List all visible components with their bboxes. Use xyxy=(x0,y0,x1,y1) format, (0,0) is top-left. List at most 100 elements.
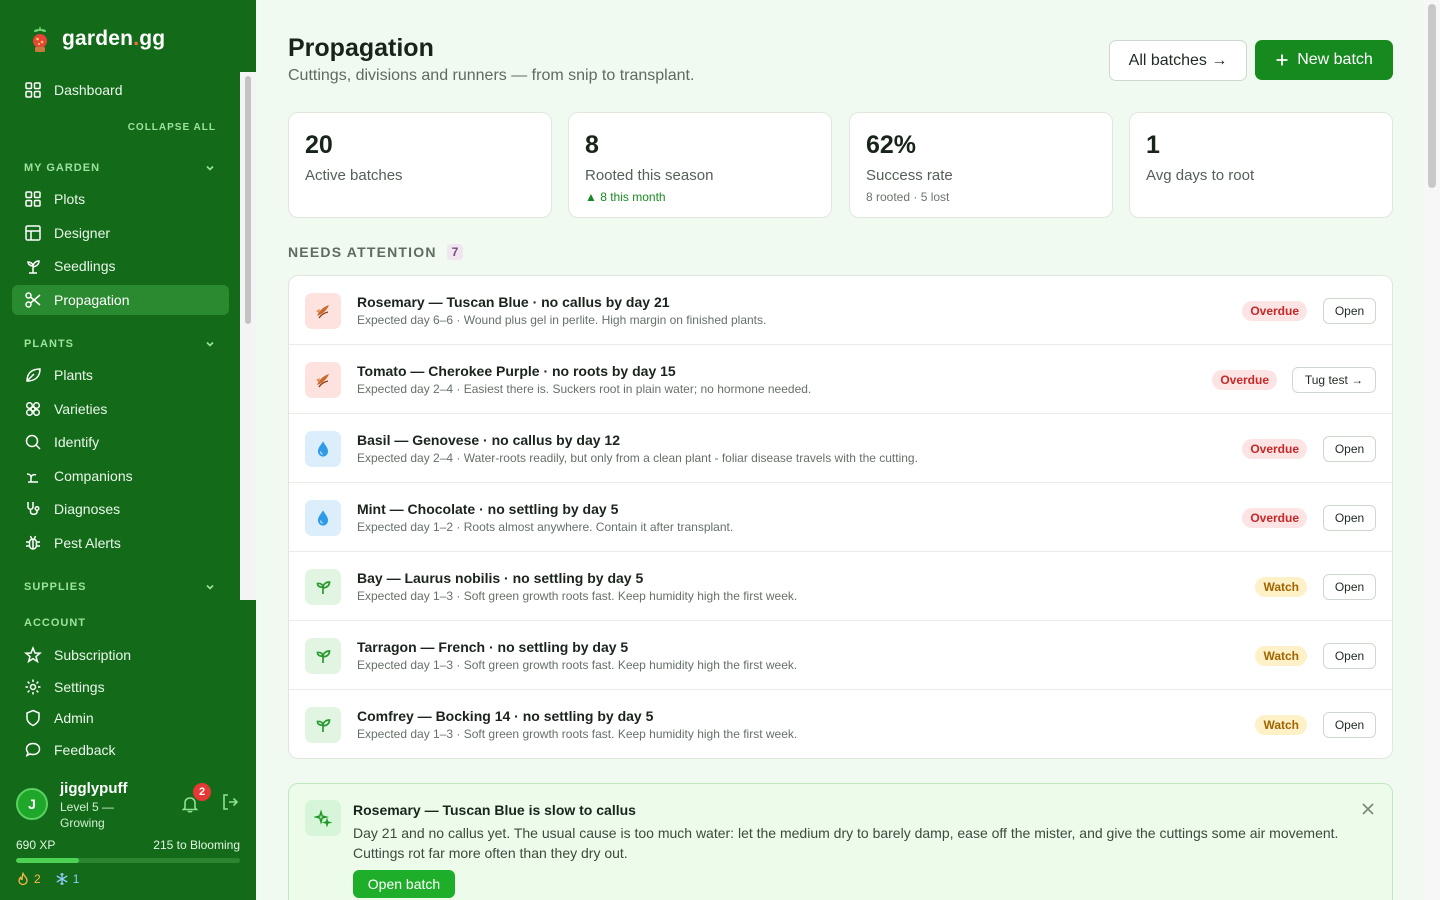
bug-icon xyxy=(26,535,40,550)
row-action-button[interactable]: Open xyxy=(1323,505,1376,531)
stat-card-success-rate: 62% Success rate 8 rooted · 5 lost xyxy=(849,112,1113,218)
row-subtitle: Expected day 1–3 · Soft green growth roo… xyxy=(357,589,798,603)
sidebar-scrollbar[interactable] xyxy=(240,72,256,600)
logout-icon[interactable] xyxy=(220,792,240,812)
stat-card-avg-days: 1 Avg days to root xyxy=(1129,112,1393,218)
streak-frost: 1 xyxy=(55,872,79,886)
sidebar-item-label: Plants xyxy=(54,367,93,383)
needs-attention-heading: NEEDS ATTENTION 7 xyxy=(288,244,464,260)
all-batches-button[interactable]: All batches → xyxy=(1109,40,1247,81)
row-action-button[interactable]: Open xyxy=(1323,712,1376,738)
stat-value: 62% xyxy=(866,131,917,159)
xp-next-level: 215 to Blooming xyxy=(153,838,240,852)
stethoscope-icon xyxy=(27,502,40,515)
chat-icon xyxy=(25,742,41,757)
layout-icon xyxy=(25,225,41,241)
attention-row[interactable]: Tomato — Cherokee Purple · no roots by d… xyxy=(289,345,1392,414)
sparkle-icon xyxy=(305,800,341,836)
streak-fire: 2 xyxy=(16,872,41,886)
sidebar-item-admin[interactable]: Admin xyxy=(12,703,229,733)
sidebar: garden.gg Dashboard COLLAPSE ALL MY GARD… xyxy=(0,0,256,900)
sidebar-item-settings[interactable]: Settings xyxy=(12,672,229,702)
close-icon[interactable] xyxy=(1361,802,1375,816)
sidebar-item-label: Seedlings xyxy=(54,258,116,274)
cutting-icon xyxy=(305,362,341,398)
sidebar-item-propagation[interactable]: Propagation xyxy=(12,285,229,315)
sidebar-item-label: Settings xyxy=(54,679,105,695)
stat-trend: ▲ 8 this month xyxy=(585,190,666,204)
sidebar-item-label: Subscription xyxy=(54,647,132,663)
stat-label: Avg days to root xyxy=(1146,167,1255,184)
search-icon xyxy=(25,434,41,450)
chevron-down-icon xyxy=(206,584,214,590)
row-subtitle: Expected day 1–3 · Soft green growth roo… xyxy=(357,658,798,672)
sidebar-item-identify[interactable]: Identify xyxy=(12,427,229,457)
row-action-button[interactable]: Tug test → xyxy=(1292,367,1376,393)
row-subtitle: Expected day 2–4 · Easiest there is. Suc… xyxy=(357,382,812,396)
attention-row[interactable]: Rosemary — Tuscan Blue · no callus by da… xyxy=(289,276,1392,345)
brand[interactable]: garden.gg xyxy=(28,24,165,54)
section-plants[interactable]: PLANTS xyxy=(24,338,216,350)
sprout-icon xyxy=(305,569,341,605)
stat-value: 20 xyxy=(305,131,333,159)
sidebar-item-companions[interactable]: Companions xyxy=(12,461,229,491)
flower-icon xyxy=(25,401,41,417)
sidebar-scrollbar-thumb[interactable] xyxy=(245,76,251,324)
sidebar-item-pest-alerts[interactable]: Pest Alerts xyxy=(12,528,229,558)
stat-value: 1 xyxy=(1146,131,1160,159)
shield-icon xyxy=(26,709,40,727)
tip-body: Day 21 and no callus yet. The usual caus… xyxy=(353,825,1339,861)
stat-value: 8 xyxy=(585,131,599,159)
status-badge: Watch xyxy=(1255,646,1307,666)
open-batch-button[interactable]: Open batch xyxy=(353,870,455,898)
sidebar-item-plants[interactable]: Plants xyxy=(12,360,229,390)
water-drop-icon xyxy=(305,500,341,536)
gear-icon xyxy=(25,679,41,695)
status-badge: Watch xyxy=(1255,577,1307,597)
cutting-icon xyxy=(305,293,341,329)
sidebar-item-varieties[interactable]: Varieties xyxy=(12,394,229,424)
sidebar-item-label: Varieties xyxy=(54,401,108,417)
collapse-all-button[interactable]: COLLAPSE ALL xyxy=(128,122,216,133)
status-badge: Overdue xyxy=(1242,439,1307,459)
page-subtitle: Cuttings, divisions and runners — from s… xyxy=(288,67,695,84)
chevron-down-icon xyxy=(206,341,214,347)
main-scrollbar-thumb[interactable] xyxy=(1428,4,1436,188)
row-title: Mint — Chocolate · no settling by day 5 xyxy=(357,501,619,517)
sidebar-item-plots[interactable]: Plots xyxy=(12,184,229,214)
attention-row[interactable]: Mint — Chocolate · no settling by day 5 E… xyxy=(289,483,1392,552)
row-action-button[interactable]: Open xyxy=(1323,574,1376,600)
section-account: ACCOUNT xyxy=(24,617,86,629)
sidebar-item-label: Plots xyxy=(54,191,86,207)
section-my-garden[interactable]: MY GARDEN xyxy=(24,162,216,174)
attention-row[interactable]: Basil — Genovese · no callus by day 12 Ex… xyxy=(289,414,1392,483)
notification-badge: 2 xyxy=(193,783,211,801)
user-level: Level 5 — Growing xyxy=(60,800,115,830)
chevron-down-icon xyxy=(206,165,214,171)
row-action-button[interactable]: Open xyxy=(1323,643,1376,669)
flame-icon xyxy=(18,872,28,886)
sidebar-item-subscription[interactable]: Subscription xyxy=(12,640,229,670)
attention-row[interactable]: Comfrey — Bocking 14 · no settling by da… xyxy=(289,690,1392,758)
main-scrollbar[interactable] xyxy=(1424,0,1440,900)
user-panel: J jigglypuff Level 5 — Growing 2 xyxy=(16,780,240,830)
row-action-button[interactable]: Open xyxy=(1323,298,1376,324)
attention-row[interactable]: Tarragon — French · no settling by day 5… xyxy=(289,621,1392,690)
sidebar-item-diagnoses[interactable]: Diagnoses xyxy=(12,494,229,524)
page-title: Propagation xyxy=(288,34,434,62)
sidebar-item-feedback[interactable]: Feedback xyxy=(12,735,229,765)
avatar[interactable]: J xyxy=(16,788,48,820)
stat-note: 8 rooted · 5 lost xyxy=(866,190,950,204)
attention-row[interactable]: Bay — Laurus nobilis · no settling by da… xyxy=(289,552,1392,621)
section-supplies[interactable]: SUPPLIES xyxy=(24,581,216,593)
new-batch-button[interactable]: New batch xyxy=(1255,40,1393,80)
row-action-button[interactable]: Open xyxy=(1323,436,1376,462)
sidebar-item-designer[interactable]: Designer xyxy=(12,218,229,248)
brand-name: garden.gg xyxy=(62,27,166,50)
tip-title: Rosemary — Tuscan Blue is slow to callus xyxy=(353,802,636,818)
sidebar-item-seedlings[interactable]: Seedlings xyxy=(12,251,229,281)
row-title: Rosemary — Tuscan Blue · no callus by da… xyxy=(357,294,670,310)
stat-label: Rooted this season xyxy=(585,167,714,184)
nav-dashboard[interactable]: Dashboard xyxy=(12,75,229,105)
sidebar-item-label: Pest Alerts xyxy=(54,535,121,551)
